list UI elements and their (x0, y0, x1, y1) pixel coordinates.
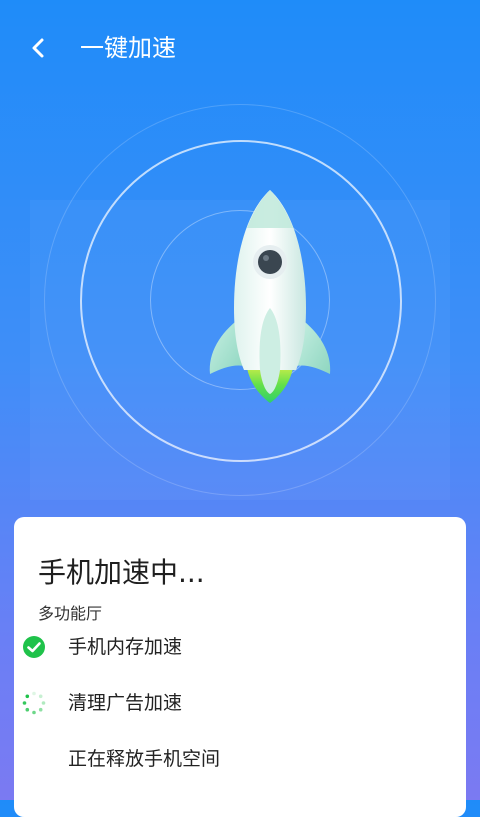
top-bar: 一键加速 (0, 0, 480, 96)
boost-status-title: 手机加速中... (38, 556, 205, 589)
boost-animation (0, 96, 480, 520)
back-button[interactable] (22, 30, 54, 66)
task-label: 清理广告加速 (68, 692, 183, 714)
boost-subtitle: 多功能厅 (38, 604, 103, 623)
spinner-icon (22, 691, 46, 715)
task-label: 手机内存加速 (68, 636, 183, 658)
chevron-left-icon (32, 38, 44, 58)
task-item-memory: 手机内存加速 (0, 630, 452, 664)
task-label: 正在释放手机空间 (68, 748, 221, 770)
task-item-storage: 正在释放手机空间 (0, 742, 452, 776)
check-circle-icon (23, 636, 45, 658)
task-item-ads: 清理广告加速 (0, 686, 452, 720)
rocket-icon (209, 190, 331, 403)
page-title: 一键加速 (80, 34, 176, 62)
